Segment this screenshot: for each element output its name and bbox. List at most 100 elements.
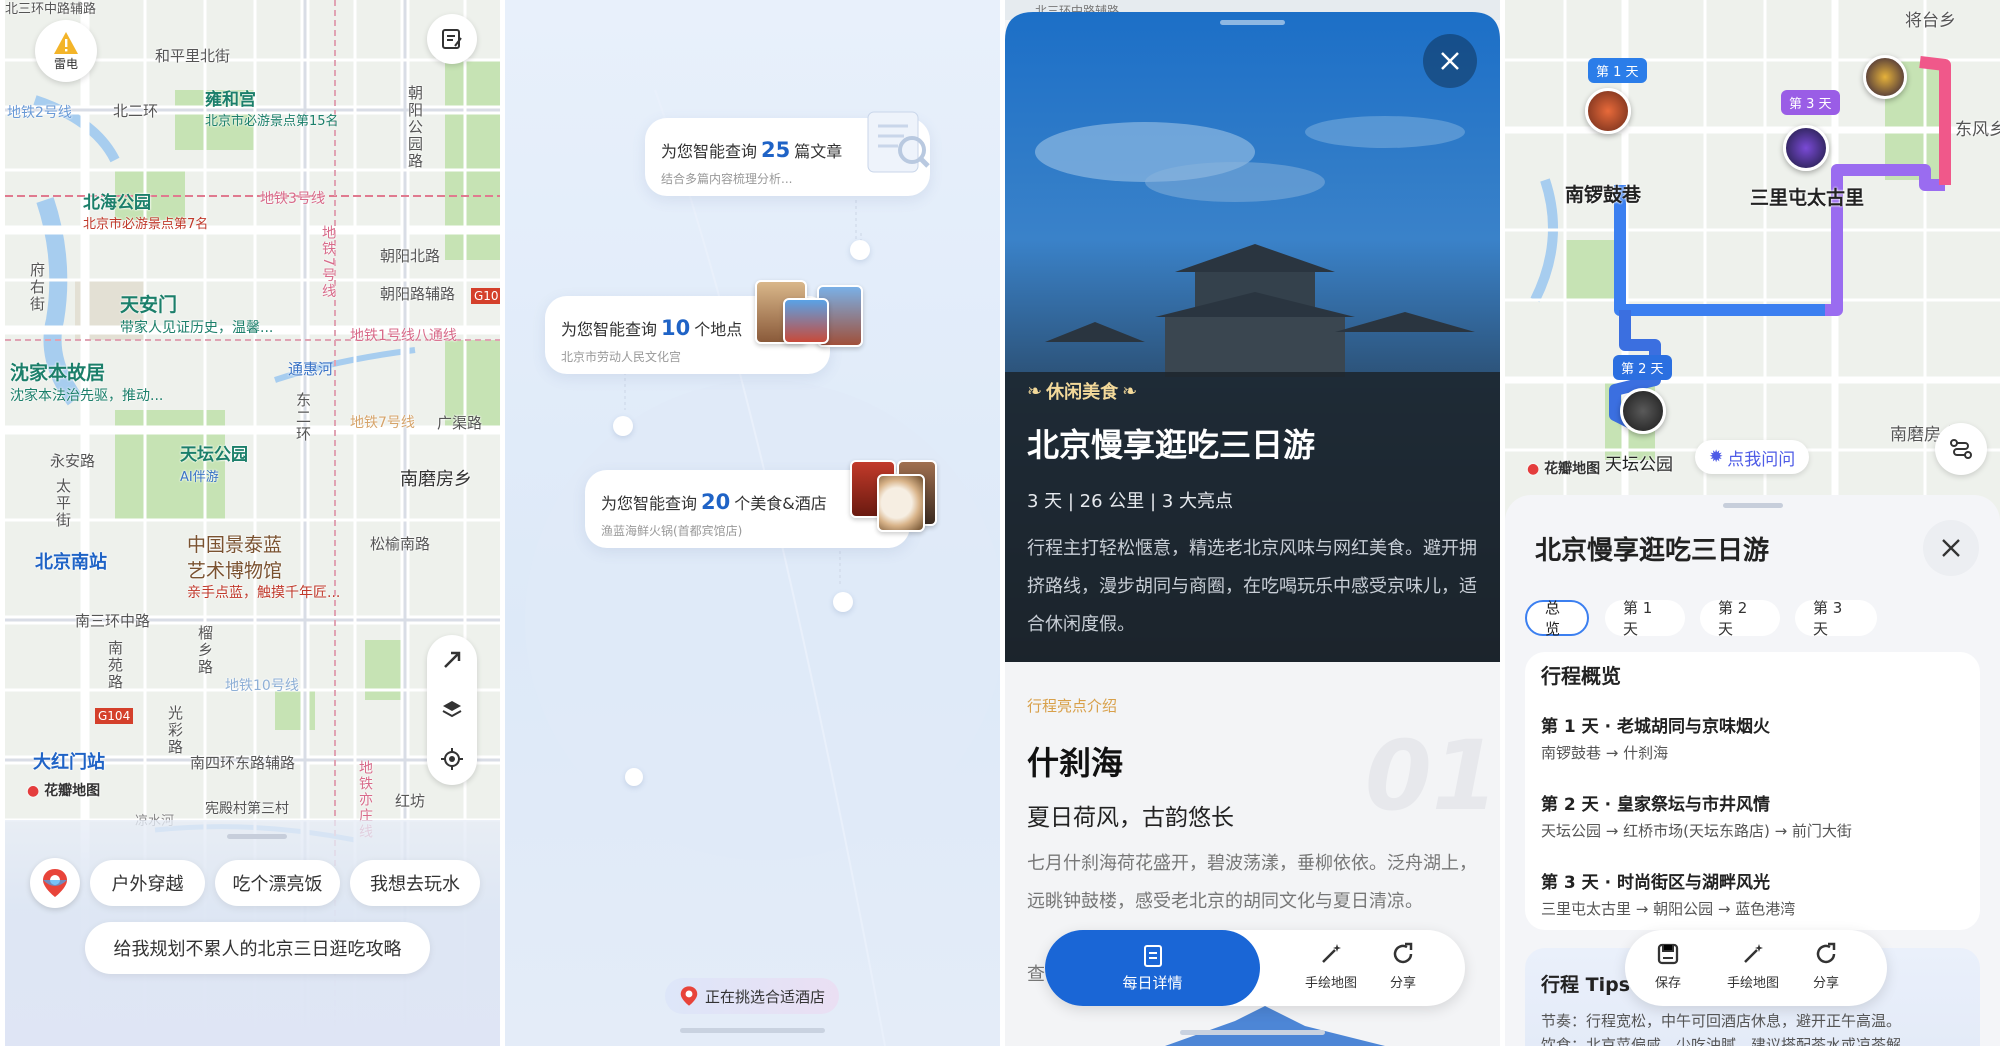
tab-overview[interactable]: 总览 <box>1525 599 1589 638</box>
map-label: 南苑路 <box>106 640 124 691</box>
suggestion-chip[interactable]: 我想去玩水 <box>350 860 480 906</box>
poi-shenjia[interactable]: 沈家本故居 <box>10 358 105 385</box>
tips-text: 饮食：北京菜偏咸，少吃油腻，建议搭配茶水或凉茶解 <box>1541 1036 1902 1046</box>
stop-label[interactable]: 三里屯太古里 <box>1750 183 1864 210</box>
poi-jingtailan[interactable]: 中国景泰蓝 <box>187 530 282 557</box>
map-label: 朝阳公园路 <box>406 85 424 170</box>
save-button[interactable]: 保存 <box>1655 942 1681 991</box>
suggestion-chip[interactable]: 吃个漂亮饭 <box>215 860 340 906</box>
poi-beijing-south-station[interactable]: 北京南站 <box>35 548 107 574</box>
map-label: 南三环中路 <box>75 612 151 630</box>
timeline-dot <box>833 592 853 612</box>
sheet-handle[interactable] <box>227 834 287 839</box>
stop-label[interactable]: 天坛公园 <box>1605 450 1673 475</box>
poi-ai-tour[interactable]: AI伴游 <box>180 466 219 485</box>
tab-day3[interactable]: 第 3 天 <box>1795 599 1877 638</box>
map-label: 北三环中路辅路 <box>5 2 97 17</box>
assistant-avatar[interactable] <box>30 858 80 908</box>
map-pin-icon: ● <box>1527 461 1540 477</box>
close-button[interactable] <box>1923 520 1979 576</box>
ask-button[interactable]: ✹ 点我问问 <box>1695 440 1810 474</box>
map-label: 地铁7号线 <box>320 225 336 300</box>
navigation-arrow-icon[interactable] <box>441 649 463 671</box>
save-icon <box>1657 943 1679 965</box>
weather-warning-button[interactable]: 雷电 <box>35 20 97 82</box>
share-label: 分享 <box>1813 976 1840 991</box>
tips-text: 节奏：行程宽松，中午可回酒店休息，避开正午高温。 <box>1541 1012 1902 1030</box>
map-label: 东二环 <box>294 392 312 443</box>
trip-meta: 3 天 | 26 公里 | 3 大亮点 <box>1027 491 1233 512</box>
share-button[interactable]: 分享 <box>1813 942 1839 991</box>
place-thumbnail[interactable] <box>1863 55 1907 99</box>
map-label: 榴乡路 <box>196 625 214 676</box>
food-photo <box>877 474 925 532</box>
query-count: 10 <box>661 316 691 340</box>
route-options-button[interactable] <box>1935 423 1987 475</box>
sheet-handle[interactable] <box>1723 503 1783 508</box>
map-label: 松榆南路 <box>370 535 431 553</box>
tab-day2[interactable]: 第 2 天 <box>1700 599 1780 638</box>
logo-text: 花瓣地图 <box>1544 461 1601 477</box>
query-prefix: 为您智能查询 <box>661 142 758 161</box>
day-title: 第 2 天 · 皇家祭坛与市井风情 <box>1541 795 1770 815</box>
daily-details-button[interactable]: 每日详情 <box>1045 930 1260 1006</box>
badge-text: 休闲美食 <box>1046 382 1119 403</box>
query-count: 25 <box>761 138 791 162</box>
map-tool-stack <box>427 635 477 785</box>
share-label: 分享 <box>1390 976 1417 991</box>
query-card-sub: 渔蓝海鲜火锅(首都宾馆店) <box>601 524 743 538</box>
category-badge: ❧ 休闲美食 ❧ <box>1027 378 1137 404</box>
query-prefix: 为您智能查询 <box>601 494 698 513</box>
highway-shield: G10 <box>471 288 500 304</box>
map-label: 府右街 <box>28 262 46 313</box>
hand-drawn-map-button[interactable]: 手绘地图 <box>1305 942 1357 991</box>
poi-museum[interactable]: 艺术博物馆 <box>187 556 282 583</box>
place-thumbnail[interactable] <box>1783 125 1829 171</box>
tab-day1[interactable]: 第 1 天 <box>1605 599 1685 638</box>
map-label: 南四环东路辅路 <box>190 754 296 772</box>
place-thumbnail[interactable] <box>1585 88 1631 134</box>
poi-yonghe-palace[interactable]: 雍和宫 <box>205 85 256 110</box>
timeline-dot <box>613 416 633 436</box>
place-photo <box>783 298 829 344</box>
document-icon <box>1143 944 1162 967</box>
query-prefix: 为您智能查询 <box>561 320 658 339</box>
sheet-handle[interactable] <box>1220 20 1285 25</box>
query-suffix: 个地点 <box>694 320 743 339</box>
query-suffix: 个美食&酒店 <box>734 494 827 513</box>
magic-pen-icon <box>1322 944 1341 963</box>
magic-pen-icon <box>1744 944 1763 963</box>
home-indicator <box>1180 1030 1325 1035</box>
prompt-suggestion[interactable]: 给我规划不累人的北京三日逛吃攻略 <box>85 922 430 974</box>
note-edit-button[interactable] <box>427 14 477 64</box>
share-button[interactable]: 分享 <box>1390 942 1416 991</box>
place-thumbnail[interactable] <box>1620 388 1666 434</box>
suggestion-chip[interactable]: 户外穿越 <box>90 860 205 906</box>
close-button[interactable] <box>1423 34 1477 88</box>
day-flag: 第 3 天 <box>1781 90 1840 115</box>
layers-icon[interactable] <box>441 698 463 720</box>
share-icon <box>1393 942 1413 964</box>
poi-tiantan-park[interactable]: 天坛公园 <box>180 440 248 465</box>
day-route: 天坛公园 → 红桥市场(天坛东路店) → 前门大街 <box>1541 822 1852 840</box>
close-icon <box>1441 52 1459 70</box>
map-label: 宪殿村第三村 <box>205 801 289 817</box>
poi-tiananmen[interactable]: 天安门 <box>120 290 177 317</box>
locate-icon[interactable] <box>440 747 464 771</box>
timeline-dot <box>850 240 870 260</box>
poi-dahongmen-station[interactable]: 大红门站 <box>33 748 105 774</box>
map-label: 光彩路 <box>166 705 184 756</box>
map-pin-logo-icon <box>680 986 698 1006</box>
poi-beihai-park[interactable]: 北海公园 <box>83 188 151 213</box>
map-label: 地铁10号线 <box>225 678 299 694</box>
app-logo: ● 花瓣地图 <box>27 780 100 800</box>
day-title: 第 3 天 · 时尚街区与湖畔风光 <box>1541 873 1770 893</box>
hand-drawn-map-button[interactable]: 手绘地图 <box>1727 942 1779 991</box>
document-search-icon <box>867 111 930 173</box>
save-label: 保存 <box>1655 976 1682 991</box>
stop-label[interactable]: 南锣鼓巷 <box>1565 180 1641 207</box>
day-route: 南锣鼓巷 → 什刹海 <box>1541 744 1669 762</box>
day-title: 第 1 天 · 老城胡同与京味烟火 <box>1541 717 1770 737</box>
map-label: 红坊 <box>395 792 426 810</box>
weather-label: 雷电 <box>53 56 78 71</box>
